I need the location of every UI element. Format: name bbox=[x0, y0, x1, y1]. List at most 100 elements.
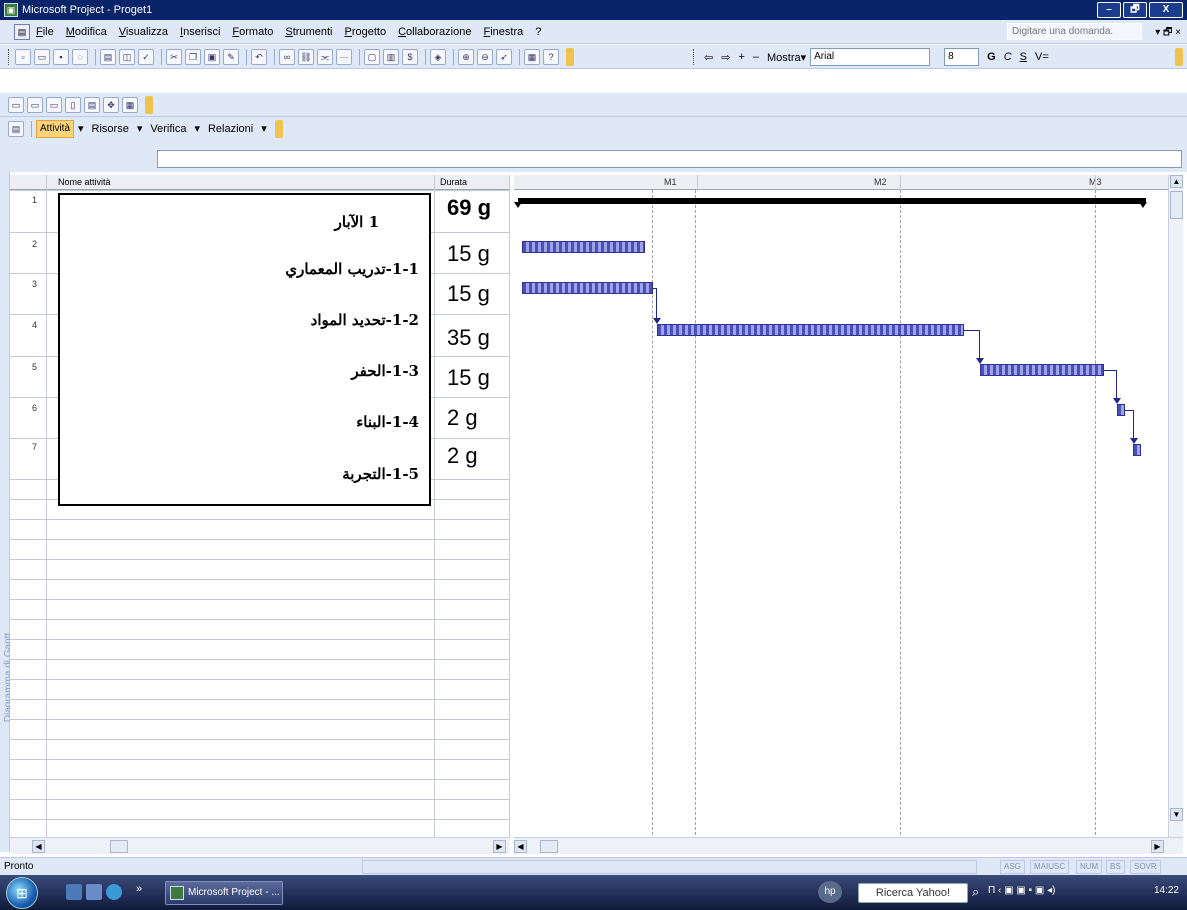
assign-resources-icon[interactable]: $ bbox=[402, 48, 418, 65]
toolbar-grip[interactable] bbox=[8, 48, 11, 65]
guide-track-button[interactable]: Verifica bbox=[150, 123, 186, 135]
duration-cell[interactable]: 35 g bbox=[447, 325, 490, 351]
task-notes-icon[interactable]: ▥ bbox=[383, 48, 399, 65]
format-painter-icon[interactable]: ✎ bbox=[223, 48, 239, 65]
document-window-controls[interactable]: ▾ 🗗 × bbox=[1155, 25, 1181, 42]
guide-report-button[interactable]: Relazioni bbox=[208, 123, 253, 135]
toolbar-options-icon[interactable] bbox=[274, 119, 283, 138]
minimize-button[interactable]: – bbox=[1097, 2, 1121, 18]
yahoo-search-box[interactable]: Ricerca Yahoo! bbox=[858, 883, 968, 903]
task-bar[interactable] bbox=[1117, 404, 1125, 416]
task-name[interactable]: 1 الآبار bbox=[335, 213, 379, 231]
show-desktop-icon[interactable] bbox=[66, 884, 82, 900]
task-bar[interactable] bbox=[657, 324, 964, 336]
document-icon[interactable]: ▤ bbox=[14, 23, 30, 40]
search-icon[interactable]: ⌕ bbox=[972, 884, 979, 900]
menu-help[interactable]: ? bbox=[535, 26, 541, 38]
copy-picture-icon[interactable]: ▦ bbox=[524, 48, 540, 65]
gantt-horizontal-scrollbar[interactable]: ◀ ▶ bbox=[514, 837, 1183, 854]
duration-cell[interactable]: 15 g bbox=[447, 281, 490, 307]
zoom-out-icon[interactable]: ⊖ bbox=[477, 48, 493, 65]
vertical-scrollbar[interactable]: ▲ ▼ bbox=[1168, 175, 1183, 837]
task-name[interactable]: 1-2-تحديد المواد bbox=[311, 311, 419, 329]
hide-subtasks-icon[interactable]: – bbox=[753, 51, 759, 63]
quicklaunch-more-icon[interactable]: » bbox=[136, 883, 142, 895]
cut-icon[interactable]: ✂ bbox=[166, 48, 182, 65]
font-select[interactable]: Arial bbox=[810, 48, 931, 66]
guide-tasks-button[interactable]: Attività bbox=[36, 119, 75, 138]
table-horizontal-scrollbar[interactable]: ◀ ▶ bbox=[10, 837, 510, 854]
duration-cell[interactable]: 15 g bbox=[447, 365, 490, 391]
chevron-down-icon[interactable]: ▾ bbox=[78, 122, 84, 135]
copy-icon[interactable]: ❐ bbox=[185, 48, 201, 65]
print-preview-icon[interactable]: ◫ bbox=[119, 48, 135, 65]
menu-strumenti[interactable]: Strumenti bbox=[285, 26, 332, 38]
split-task-icon[interactable]: ⋯ bbox=[336, 48, 352, 65]
tracking-icon[interactable]: ▭ bbox=[27, 96, 43, 113]
row-number[interactable]: 7 bbox=[32, 442, 37, 452]
undo-icon[interactable]: ↶ bbox=[251, 48, 267, 65]
gantt-chart-icon[interactable]: ▭ bbox=[8, 96, 24, 113]
underline-button[interactable]: S bbox=[1020, 51, 1027, 63]
chevron-down-icon[interactable]: ▾ bbox=[194, 122, 200, 135]
scroll-thumb[interactable] bbox=[110, 840, 128, 853]
app-icon[interactable]: ▣ bbox=[4, 3, 18, 17]
menu-inserisci[interactable]: Inserisci bbox=[180, 26, 220, 38]
task-name[interactable]: 1-4-البناء bbox=[356, 413, 419, 431]
menu-modifica[interactable]: Modifica bbox=[66, 26, 107, 38]
task-bar[interactable] bbox=[1133, 444, 1141, 456]
hp-icon[interactable]: hp bbox=[818, 881, 842, 903]
menu-file[interactable]: File bbox=[36, 26, 54, 38]
scroll-left-icon[interactable]: ◀ bbox=[514, 840, 527, 853]
row-number[interactable]: 3 bbox=[32, 279, 37, 289]
entry-input[interactable] bbox=[157, 150, 1182, 168]
taskbar-button-project[interactable]: Microsoft Project - ... bbox=[165, 881, 283, 905]
italic-button[interactable]: C bbox=[1004, 51, 1012, 63]
duration-cell[interactable]: 2 g bbox=[447, 405, 478, 431]
toolbar-options-icon[interactable] bbox=[566, 47, 574, 66]
task-bar[interactable] bbox=[980, 364, 1104, 376]
ask-question-input[interactable]: Digitare una domanda. bbox=[1007, 23, 1142, 40]
row-number[interactable]: 6 bbox=[32, 403, 37, 413]
switch-windows-icon[interactable] bbox=[86, 884, 102, 900]
goto-task-icon[interactable]: ➶ bbox=[496, 48, 512, 65]
column-header-duration[interactable]: Durata bbox=[440, 177, 467, 187]
chevron-down-icon[interactable]: ▾ bbox=[261, 122, 267, 135]
bold-button[interactable]: G bbox=[987, 51, 996, 63]
scroll-thumb[interactable] bbox=[1170, 191, 1183, 219]
maximize-button[interactable]: 🗗 bbox=[1123, 2, 1147, 18]
search-icon[interactable]: ◌ bbox=[72, 48, 88, 65]
menu-collaborazione[interactable]: Collaborazione bbox=[398, 26, 471, 38]
update-tasks-icon[interactable]: ▭ bbox=[46, 96, 62, 113]
row-number[interactable]: 4 bbox=[32, 320, 37, 330]
indent-icon[interactable]: ⇨ bbox=[721, 51, 730, 64]
scroll-thumb[interactable] bbox=[540, 840, 558, 853]
spelling-icon[interactable]: ✓ bbox=[138, 48, 154, 65]
network-icon[interactable]: ▤ bbox=[84, 96, 100, 113]
internet-explorer-icon[interactable] bbox=[106, 884, 122, 900]
show-dropdown[interactable]: Mostra▾ bbox=[767, 51, 806, 64]
save-icon[interactable]: ▪ bbox=[53, 48, 69, 65]
paste-icon[interactable]: ▣ bbox=[204, 48, 220, 65]
duration-cell[interactable]: 69 g bbox=[447, 195, 491, 221]
print-icon[interactable]: ▤ bbox=[100, 48, 116, 65]
new-icon[interactable]: ▫ bbox=[15, 48, 31, 65]
close-button[interactable]: X bbox=[1149, 2, 1183, 18]
toolbar-grip[interactable] bbox=[693, 49, 696, 65]
guide-resources-button[interactable]: Risorse bbox=[92, 123, 129, 135]
group-icon[interactable]: ◈ bbox=[430, 48, 446, 65]
duration-cell[interactable]: 15 g bbox=[447, 241, 490, 267]
task-name[interactable]: 1-3-الحفر bbox=[351, 362, 419, 380]
unlink-tasks-icon[interactable]: ⫘ bbox=[317, 48, 333, 65]
column-header-name[interactable]: Nome attività bbox=[58, 177, 111, 187]
chevron-down-icon[interactable]: ▾ bbox=[137, 122, 143, 135]
zoom-in-icon[interactable]: ⊕ bbox=[458, 48, 474, 65]
menu-finestra[interactable]: Finestra bbox=[483, 26, 523, 38]
filter-button[interactable]: V= bbox=[1035, 51, 1049, 63]
menu-visualizza[interactable]: Visualizza bbox=[119, 26, 168, 38]
scroll-right-icon[interactable]: ▶ bbox=[493, 840, 506, 853]
task-name[interactable]: 1-5-التجربة bbox=[342, 465, 419, 483]
show-subtasks-icon[interactable]: + bbox=[738, 51, 744, 63]
font-size-select[interactable]: 8 bbox=[944, 48, 980, 66]
scroll-down-icon[interactable]: ▼ bbox=[1170, 808, 1183, 821]
